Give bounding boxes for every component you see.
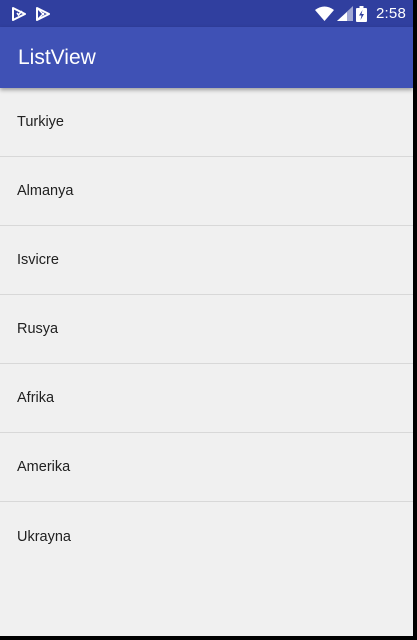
list-item[interactable]: Rusya	[0, 295, 413, 364]
list-item[interactable]: Amerika	[0, 433, 413, 502]
list-item[interactable]: Ukrayna	[0, 502, 413, 571]
list-item-label: Ukrayna	[17, 528, 71, 545]
list-item-label: Isvicre	[17, 252, 59, 268]
battery-charging-icon	[356, 5, 367, 22]
list-item[interactable]: Almanya	[0, 157, 413, 226]
app-title: ListView	[18, 45, 96, 69]
play-protect-icon	[12, 6, 26, 21]
list-item[interactable]: Turkiye	[0, 88, 413, 157]
status-right-icons: 2:58	[312, 5, 406, 22]
status-bar: 2:58	[0, 0, 413, 27]
status-time: 2:58	[376, 5, 406, 22]
phone-screen: 2:58 ListView Turkiye Almanya Isvicre Ru…	[0, 0, 413, 636]
status-left-icons	[12, 6, 60, 21]
wifi-icon	[315, 6, 334, 21]
cell-signal-icon	[337, 6, 353, 21]
list-item-label: Afrika	[17, 390, 55, 406]
list-item[interactable]: Isvicre	[0, 226, 413, 295]
list-item-label: Almanya	[17, 183, 74, 199]
list-item[interactable]: Afrika	[0, 364, 413, 433]
app-bar: ListView	[0, 27, 413, 88]
list-item-label: Rusya	[17, 321, 59, 337]
list-item-label: Turkiye	[17, 114, 64, 130]
list-view[interactable]: Turkiye Almanya Isvicre Rusya Afrika Ame…	[0, 88, 413, 571]
list-item-label: Amerika	[17, 459, 71, 475]
play-store-icon	[36, 6, 50, 21]
